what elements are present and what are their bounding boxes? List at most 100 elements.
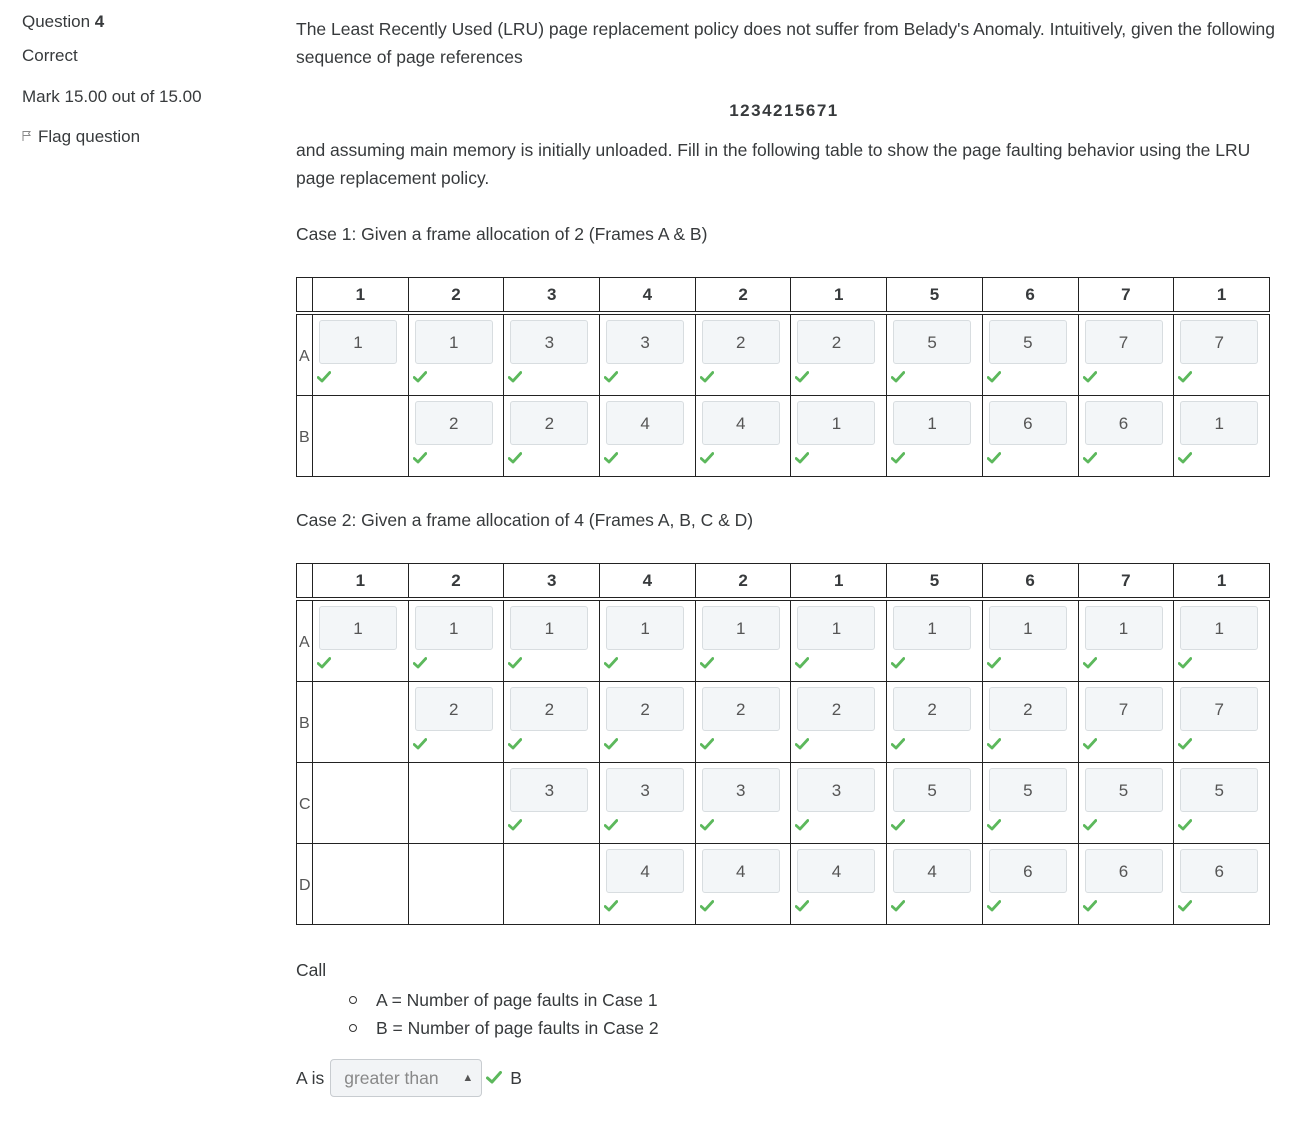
frame-input[interactable]: 1 [797, 606, 876, 650]
frame-input[interactable]: 5 [1084, 768, 1163, 812]
frame-input[interactable]: 1 [1180, 401, 1259, 445]
frame-input[interactable]: 6 [1180, 849, 1259, 893]
check-icon [795, 371, 810, 383]
frame-input[interactable]: 1 [414, 606, 493, 650]
frame-input[interactable]: 5 [893, 768, 972, 812]
check-icon [1082, 657, 1097, 669]
frame-input[interactable]: 1 [893, 401, 972, 445]
check-icon [1178, 371, 1193, 383]
frame-label: A [296, 312, 313, 396]
frame-input[interactable]: 7 [1084, 320, 1163, 364]
check-icon [986, 657, 1001, 669]
frame-cell: 6 [1173, 843, 1270, 925]
frame-cell: 2 [694, 312, 792, 396]
frame-input[interactable]: 6 [1084, 401, 1163, 445]
frame-input[interactable]: 3 [510, 320, 589, 364]
definitions-list: A = Number of page faults in Case 1 B = … [348, 986, 659, 1042]
frame-cell: 2 [407, 681, 505, 763]
frame-input[interactable]: 2 [414, 687, 493, 731]
frame-input[interactable]: 1 [319, 320, 397, 364]
check-icon [795, 738, 810, 750]
frame-row-c: C33335555 [296, 762, 1270, 844]
frame-input[interactable]: 3 [701, 768, 780, 812]
frame-input[interactable]: 4 [606, 401, 685, 445]
check-icon [508, 452, 523, 464]
frame-input[interactable]: 7 [1180, 320, 1259, 364]
frame-label: C [296, 762, 313, 844]
frame-input[interactable]: 2 [797, 320, 876, 364]
frame-input[interactable]: 2 [510, 401, 589, 445]
frame-cell: 2 [886, 681, 983, 763]
reference-header: 4 [599, 563, 696, 601]
frame-input[interactable]: 5 [988, 768, 1067, 812]
frame-input[interactable]: 2 [988, 687, 1067, 731]
frame-input[interactable]: 3 [606, 768, 685, 812]
frame-input[interactable]: 4 [797, 849, 876, 893]
question-grade: Mark 15.00 out of 15.00 [22, 87, 202, 106]
frame-input[interactable]: 1 [414, 320, 493, 364]
reference-header: 7 [1077, 563, 1175, 601]
check-icon [1178, 900, 1193, 912]
frame-input[interactable]: 4 [606, 849, 685, 893]
check-icon [699, 738, 714, 750]
empty-cell [407, 843, 505, 925]
frame-input[interactable]: 2 [510, 687, 589, 731]
frame-input[interactable]: 7 [1180, 687, 1259, 731]
check-icon [986, 900, 1001, 912]
frame-input[interactable]: 2 [701, 320, 780, 364]
frame-input[interactable]: 5 [988, 320, 1067, 364]
frame-cell: 1 [407, 598, 505, 682]
reference-header: 6 [981, 563, 1079, 601]
frame-input[interactable]: 1 [1084, 606, 1163, 650]
check-icon [1178, 738, 1193, 750]
frame-input[interactable]: 3 [510, 768, 589, 812]
frame-input[interactable]: 1 [701, 606, 780, 650]
frame-input[interactable]: 7 [1084, 687, 1163, 731]
frame-input[interactable]: 6 [1084, 849, 1163, 893]
check-icon [795, 657, 810, 669]
frame-cell: 1 [981, 598, 1079, 682]
frame-row-b: B224411661 [296, 395, 1270, 477]
reference-header: 2 [407, 563, 505, 601]
check-icon [1178, 819, 1193, 831]
frame-input[interactable]: 4 [701, 849, 780, 893]
frame-input[interactable]: 6 [988, 849, 1067, 893]
frame-cell: 7 [1173, 312, 1270, 396]
flag-question-link[interactable]: Flag question [22, 127, 140, 147]
frame-input[interactable]: 2 [414, 401, 493, 445]
frame-input[interactable]: 1 [1180, 606, 1259, 650]
frame-input[interactable]: 5 [893, 320, 972, 364]
empty-cell [312, 395, 409, 477]
frame-input[interactable]: 1 [797, 401, 876, 445]
check-icon [412, 738, 427, 750]
case2-table: 1234215671A1111111111B222222277C33335555… [296, 563, 1270, 925]
check-icon [317, 657, 331, 669]
frame-input[interactable]: 1 [893, 606, 972, 650]
frame-input[interactable]: 3 [797, 768, 876, 812]
frame-input[interactable]: 1 [606, 606, 685, 650]
frame-cell: 5 [886, 312, 983, 396]
frame-input[interactable]: 4 [701, 401, 780, 445]
frame-input[interactable]: 2 [606, 687, 685, 731]
check-icon [1178, 452, 1193, 464]
frame-input[interactable]: 2 [797, 687, 876, 731]
frame-input[interactable]: 5 [1180, 768, 1259, 812]
frame-cell: 1 [886, 395, 983, 477]
frame-cell: 4 [694, 843, 792, 925]
case1-table: 1234215671A1133225577B224411661 [296, 277, 1270, 477]
check-icon [412, 452, 427, 464]
frame-cell: 1 [312, 312, 409, 396]
frame-input[interactable]: 1 [988, 606, 1067, 650]
reference-header: 1 [312, 563, 409, 601]
frame-row-b: B222222277 [296, 681, 1270, 763]
frame-input[interactable]: 6 [988, 401, 1067, 445]
frame-input[interactable]: 3 [606, 320, 685, 364]
frame-input[interactable]: 1 [319, 606, 397, 650]
empty-cell [407, 762, 505, 844]
frame-input[interactable]: 2 [701, 687, 780, 731]
frame-input[interactable]: 4 [893, 849, 972, 893]
comparison-select[interactable]: greater than ▲︎ [330, 1059, 483, 1097]
frame-input[interactable]: 1 [510, 606, 589, 650]
frame-cell: 2 [694, 681, 792, 763]
frame-input[interactable]: 2 [893, 687, 972, 731]
